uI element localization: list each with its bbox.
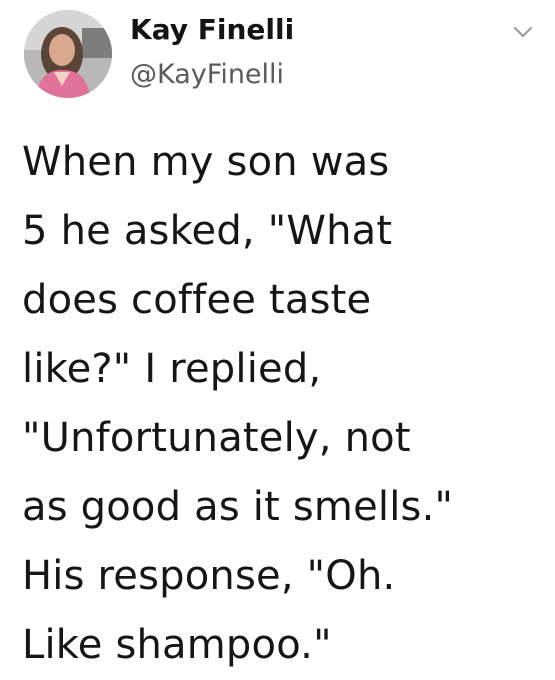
tweet-text-line: as good as it smells."	[22, 484, 454, 530]
tweet-card: Kay Finelli @KayFinelli When my son was …	[0, 0, 555, 680]
tweet-text-line: Like shampoo."	[22, 622, 332, 668]
tweet-text-line: When my son was	[22, 139, 390, 185]
user-handle[interactable]: @KayFinelli	[130, 58, 284, 92]
chevron-down-icon	[514, 27, 532, 37]
tweet-text: When my son was 5 he asked, "What does c…	[22, 128, 542, 680]
profile-photo-icon	[24, 10, 112, 98]
display-name[interactable]: Kay Finelli	[130, 12, 294, 48]
tweet-text-line: "Unfortunately, not	[22, 415, 411, 461]
tweet-text-line: His response, "Oh.	[22, 553, 396, 599]
avatar[interactable]	[24, 10, 112, 98]
tweet-text-line: 5 he asked, "What	[22, 208, 393, 254]
tweet-text-line: like?" I replied,	[22, 346, 322, 392]
tweet-menu-button[interactable]	[510, 22, 536, 42]
tweet-text-line: does coffee taste	[22, 277, 372, 323]
